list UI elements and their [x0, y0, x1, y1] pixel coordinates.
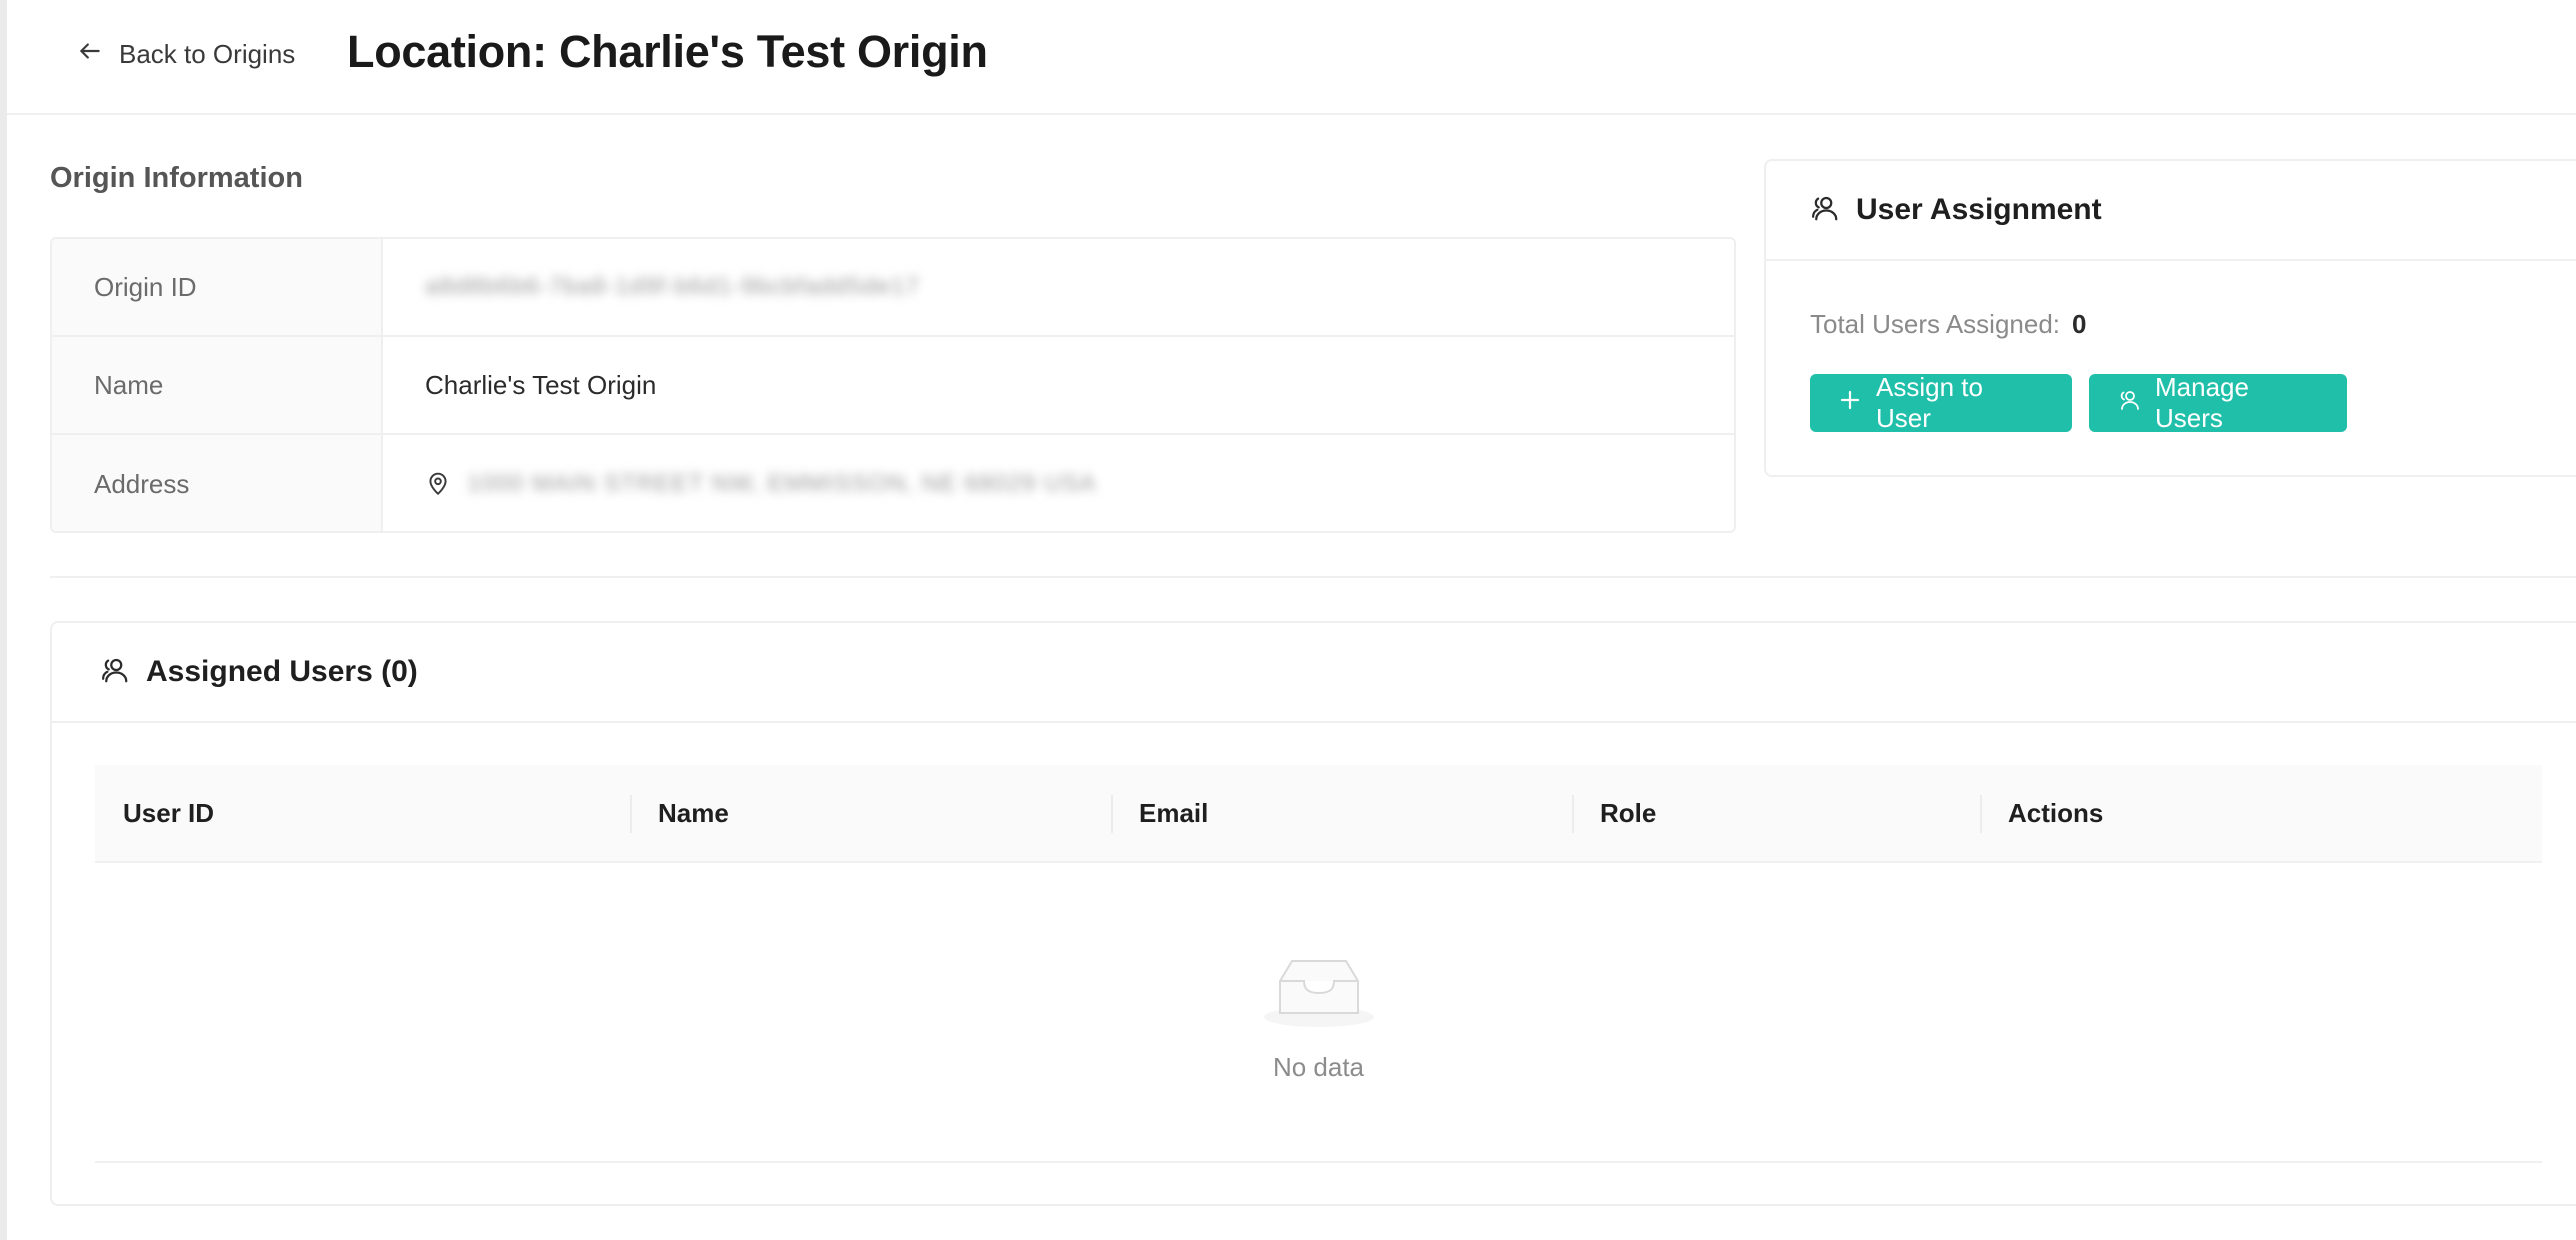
arrow-left-icon: [77, 38, 103, 71]
total-users-value: 0: [2072, 309, 2087, 339]
users-icon: [2117, 388, 2141, 419]
name-cell: Charlie's Test Origin: [383, 337, 1734, 433]
map-pin-icon: [425, 471, 451, 497]
empty-state: No data: [95, 863, 2542, 1163]
origin-id-value: a8d8b6b6-7ba8-1d9f-b6d1-9bcbfadd5de17: [425, 273, 920, 300]
assigned-users-card: Assigned Users (0) User ID Name Email Ro…: [50, 621, 2576, 1206]
manage-users-label: Manage Users: [2155, 372, 2249, 433]
user-assignment-title: User Assignment: [1856, 193, 2102, 226]
user-assignment-header: User Assignment: [1766, 161, 2576, 261]
assigned-users-table: User ID Name Email Role Actions No data: [95, 765, 2542, 1163]
top-bar: Back to Origins Location: Charlie's Test…: [7, 0, 2576, 115]
assign-to-user-button[interactable]: Assign to User: [1810, 372, 2072, 433]
table-header-row: User ID Name Email Role Actions: [95, 765, 2542, 863]
address-row: Address 1000 MAIN STREET NW, EMMISSON, N…: [52, 435, 1734, 531]
address-label: Address: [52, 435, 383, 531]
origin-id-cell: a8d8b6b6-7ba8-1d9f-b6d1-9bcbfadd5de17: [383, 239, 1734, 335]
assigned-users-title: Assigned Users (0): [146, 655, 418, 688]
origin-id-row: Origin ID a8d8b6b6-7ba8-1d9f-b6d1-9bcbfa…: [52, 239, 1734, 337]
assign-to-user-label: Assign to User: [1876, 372, 1983, 433]
no-data-text: No data: [1272, 1052, 1365, 1082]
page: Back to Origins Location: Charlie's Test…: [0, 0, 2576, 1240]
section-divider: [50, 576, 2576, 578]
name-label: Name: [52, 337, 383, 433]
inbox-icon: [1262, 941, 1376, 1034]
column-header-actions: Actions: [1980, 765, 2542, 861]
column-header-name: Name: [630, 765, 1111, 861]
name-value: Charlie's Test Origin: [425, 369, 657, 400]
origin-info-title: Origin Information: [50, 162, 303, 194]
address-value: 1000 MAIN STREET NW, EMMISSON, NE 68029 …: [467, 470, 1097, 497]
total-users-assigned: Total Users Assigned: 0: [1810, 309, 2086, 340]
column-header-user-id: User ID: [123, 797, 215, 828]
total-users-label: Total Users Assigned:: [1810, 309, 2061, 339]
origin-id-label: Origin ID: [52, 239, 383, 335]
address-cell: 1000 MAIN STREET NW, EMMISSON, NE 68029 …: [383, 435, 1734, 531]
users-icon: [1810, 193, 1840, 228]
name-row: Name Charlie's Test Origin: [52, 337, 1734, 435]
back-link-label: Back to Origins: [119, 39, 296, 69]
assigned-users-header: Assigned Users (0): [52, 623, 2576, 723]
page-title: Location: Charlie's Test Origin: [347, 26, 988, 77]
column-header-email: Email: [1111, 765, 1572, 861]
column-header-role: Role: [1572, 765, 1980, 861]
plus-icon: [1838, 388, 1862, 419]
user-assignment-card: User Assignment Total Users Assigned: 0 A…: [1764, 159, 2576, 477]
back-to-origins-link[interactable]: Back to Origins: [77, 38, 295, 71]
origin-info-table: Origin ID a8d8b6b6-7ba8-1d9f-b6d1-9bcbfa…: [50, 237, 1736, 533]
manage-users-button[interactable]: Manage Users: [2089, 372, 2347, 433]
users-icon: [100, 655, 130, 690]
